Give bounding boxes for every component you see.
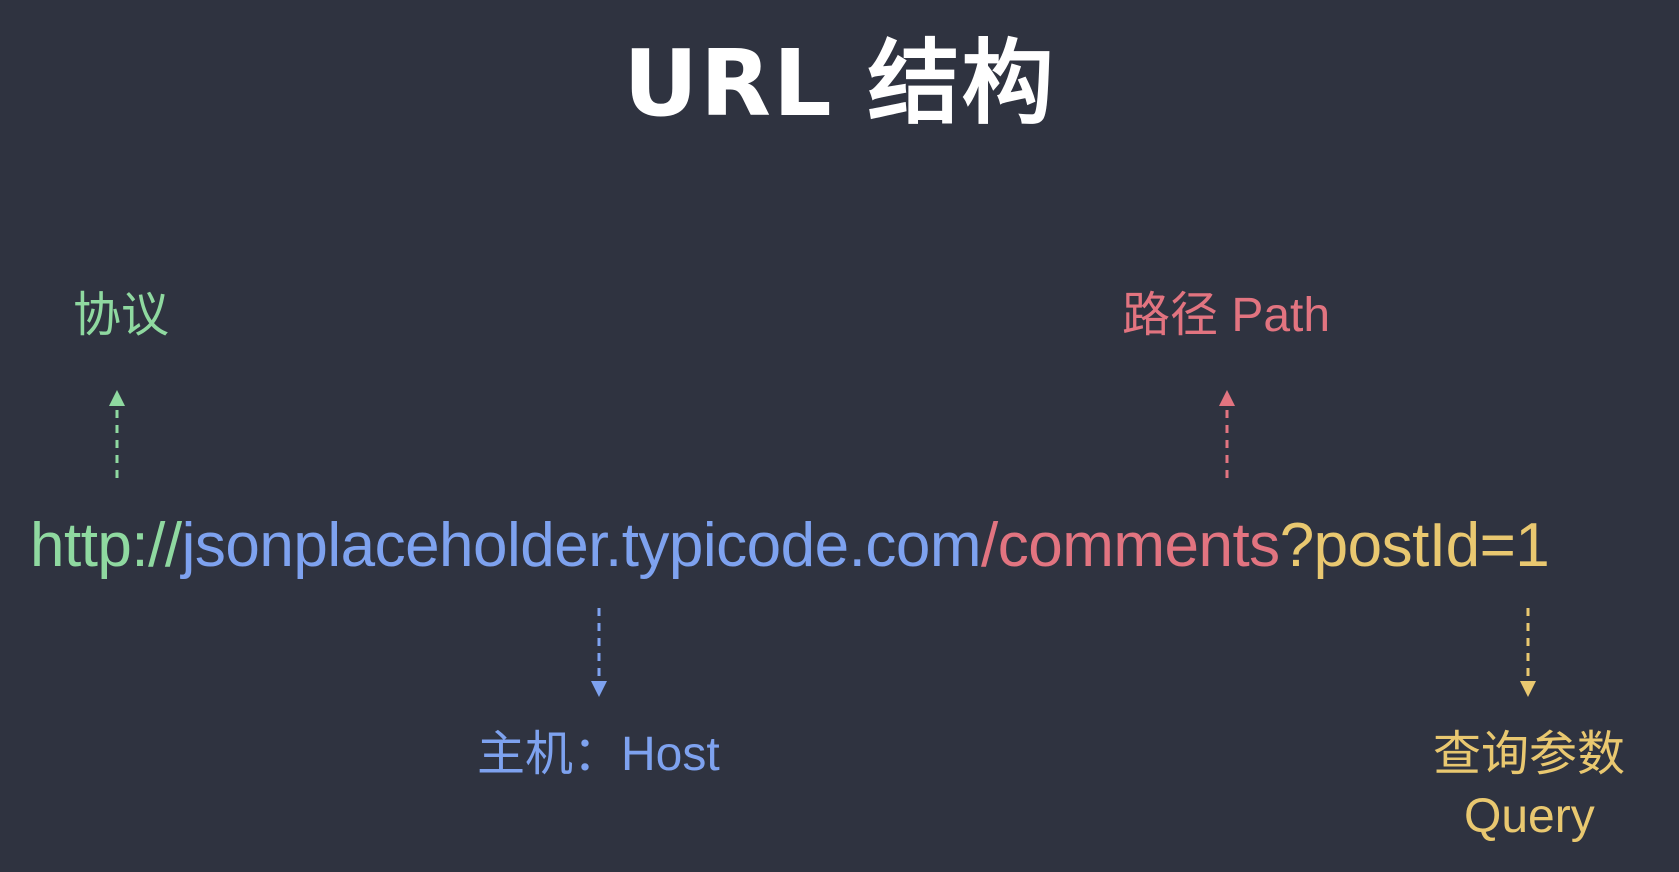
host-arrow-icon (591, 608, 607, 697)
connector-arrows (109, 390, 1536, 697)
query-arrow-icon (1520, 608, 1536, 697)
protocol-arrow-icon (109, 390, 125, 478)
path-arrow-icon (1219, 390, 1235, 478)
